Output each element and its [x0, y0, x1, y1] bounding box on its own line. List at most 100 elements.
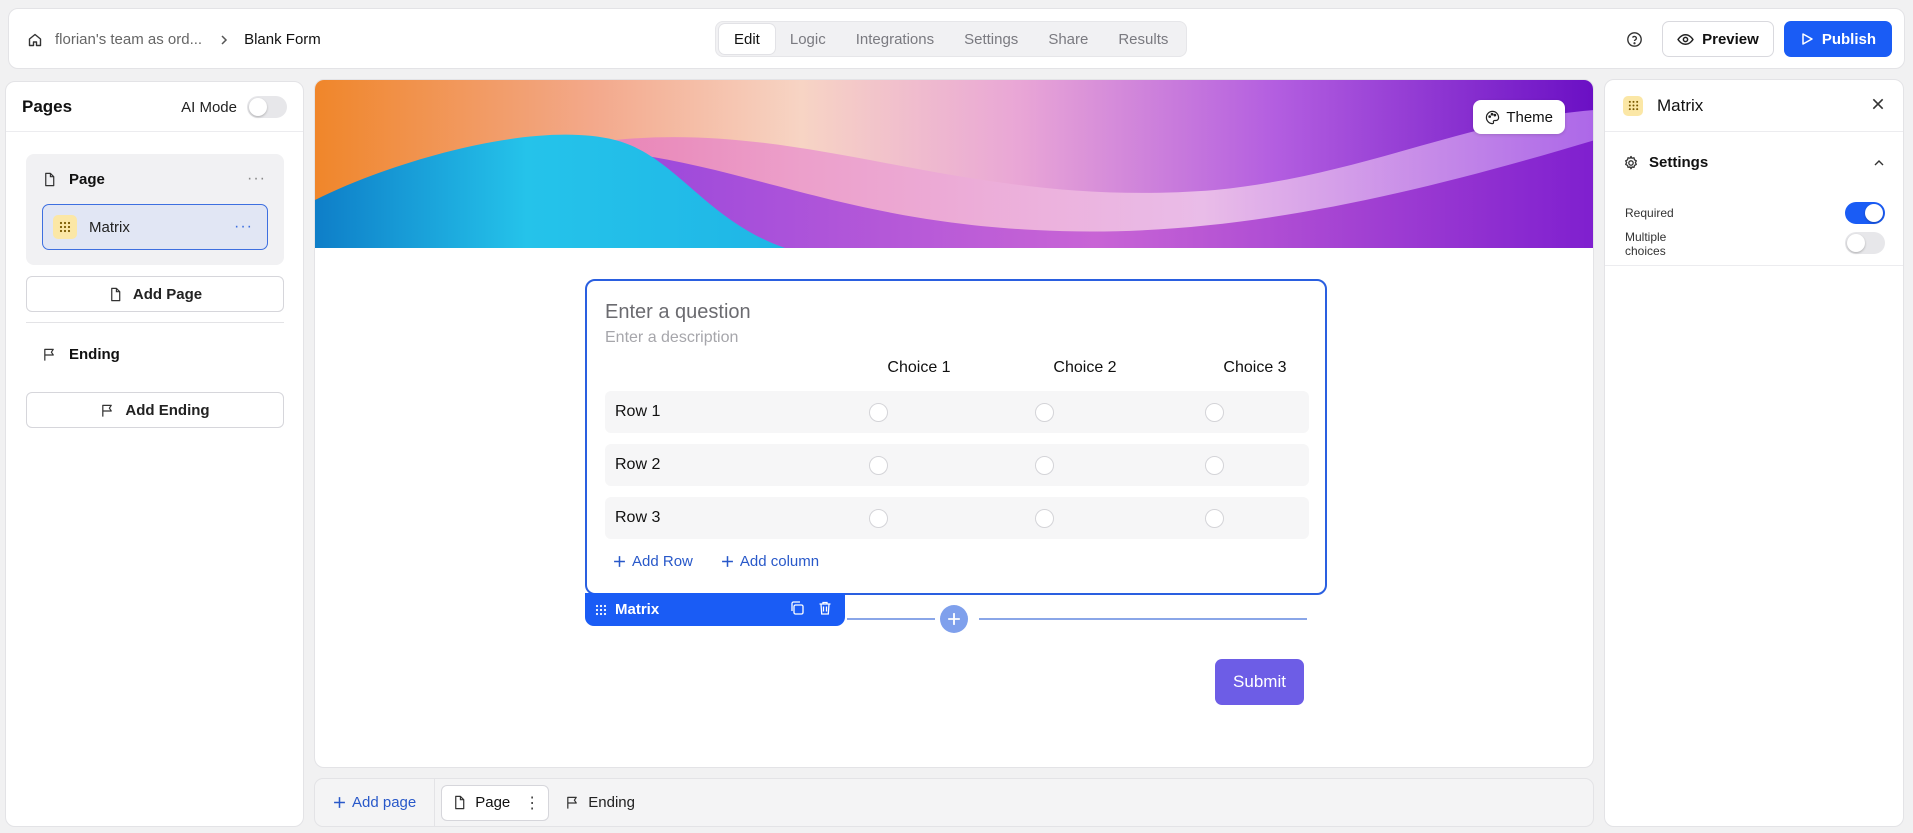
- question-title-input[interactable]: Enter a question: [605, 301, 751, 324]
- radio-button[interactable]: [1205, 509, 1224, 528]
- divider: [26, 322, 284, 323]
- tab-logic[interactable]: Logic: [775, 24, 841, 54]
- publish-button[interactable]: Publish: [1783, 21, 1892, 57]
- sidebar-item-matrix[interactable]: Matrix ···: [42, 204, 268, 250]
- add-ending-button[interactable]: Add Ending: [26, 392, 284, 428]
- breadcrumb-form-name[interactable]: Blank Form: [244, 31, 321, 48]
- matrix-actions: Add Row Add column: [613, 553, 819, 570]
- add-page-label: Add Page: [132, 285, 203, 303]
- required-toggle[interactable]: [1845, 202, 1885, 224]
- row-label[interactable]: Row 1: [615, 403, 660, 421]
- trash-icon[interactable]: [817, 600, 833, 616]
- block-actions: [789, 600, 833, 616]
- radio-button[interactable]: [1035, 403, 1054, 422]
- palette-icon: [1485, 110, 1500, 125]
- block-type-label: Matrix: [615, 601, 660, 618]
- multiple-choices-setting: Multiple choices: [1625, 228, 1885, 258]
- radio-button[interactable]: [869, 509, 888, 528]
- required-setting: Required: [1625, 202, 1885, 224]
- help-icon[interactable]: [1616, 21, 1652, 57]
- column-header[interactable]: Choice 3: [1195, 359, 1315, 377]
- ai-mode: AI Mode: [181, 96, 287, 118]
- add-block-button[interactable]: [940, 605, 968, 633]
- bottom-add-page-label: Add page: [352, 794, 417, 811]
- plus-icon: [721, 555, 734, 568]
- copy-icon[interactable]: [789, 600, 805, 616]
- radio-button[interactable]: [1035, 456, 1054, 475]
- column-header[interactable]: Choice 2: [1025, 359, 1145, 377]
- page-navigator: Add page Page ⋮ Ending: [314, 778, 1594, 827]
- plus-icon: [947, 612, 961, 626]
- required-label: Required: [1625, 206, 1674, 220]
- preview-label: Preview: [1702, 30, 1759, 48]
- sidebar-item-ending[interactable]: Ending: [42, 346, 120, 363]
- bottom-page-label: Page: [475, 794, 511, 811]
- more-icon[interactable]: ···: [234, 218, 253, 236]
- matrix-question-card[interactable]: Enter a question Enter a description Cho…: [585, 279, 1327, 595]
- breadcrumb-team[interactable]: florian's team as ord...: [55, 31, 202, 48]
- tab-results[interactable]: Results: [1103, 24, 1183, 54]
- settings-header[interactable]: Settings: [1623, 154, 1708, 171]
- row-label[interactable]: Row 2: [615, 456, 660, 474]
- settings-label: Settings: [1649, 154, 1709, 171]
- gear-icon: [1623, 155, 1639, 171]
- flag-icon: [100, 403, 115, 418]
- file-icon: [108, 287, 123, 302]
- matrix-row: Row 2: [605, 444, 1309, 486]
- top-actions: Preview Publish: [1616, 21, 1892, 57]
- row-label[interactable]: Row 3: [615, 509, 660, 527]
- add-ending-label: Add Ending: [125, 401, 210, 419]
- more-icon[interactable]: ···: [247, 170, 266, 188]
- radio-button[interactable]: [1035, 509, 1054, 528]
- preview-button[interactable]: Preview: [1662, 21, 1774, 57]
- divider: [979, 618, 1307, 620]
- bottom-ending-tab[interactable]: Ending: [565, 794, 635, 811]
- editor-tabs: Edit Logic Integrations Settings Share R…: [715, 21, 1188, 57]
- ai-mode-toggle[interactable]: [247, 96, 287, 118]
- plus-icon: [613, 555, 626, 568]
- radio-button[interactable]: [869, 403, 888, 422]
- grid-icon: [53, 215, 77, 239]
- sidebar-item-page[interactable]: Page ···: [26, 154, 284, 204]
- radio-button[interactable]: [1205, 403, 1224, 422]
- matrix-row: Row 1: [605, 391, 1309, 433]
- pages-sidebar-header: Pages AI Mode: [6, 82, 303, 132]
- add-column-button[interactable]: Add column: [721, 553, 819, 570]
- tab-share[interactable]: Share: [1033, 24, 1103, 54]
- properties-panel: Matrix Settings Required Multiple choice…: [1604, 79, 1904, 827]
- column-header[interactable]: Choice 1: [859, 359, 979, 377]
- multiple-choices-toggle[interactable]: [1845, 232, 1885, 254]
- chevron-up-icon[interactable]: [1873, 157, 1885, 169]
- bottom-page-tab[interactable]: Page ⋮: [441, 784, 550, 821]
- more-vertical-icon[interactable]: ⋮: [524, 793, 540, 813]
- pages-sidebar: Pages AI Mode Page ··· Matrix ··· Add Pa…: [5, 81, 304, 827]
- matrix-row: Row 3: [605, 497, 1309, 539]
- home-icon[interactable]: [27, 32, 43, 48]
- radio-button[interactable]: [1205, 456, 1224, 475]
- file-icon: [42, 172, 57, 187]
- sidebar-item-page-label: Page: [69, 170, 105, 188]
- block-type-tag[interactable]: Matrix: [585, 593, 845, 626]
- breadcrumb: florian's team as ord... Blank Form: [27, 9, 321, 70]
- submit-button[interactable]: Submit: [1215, 659, 1304, 705]
- settings-section: Settings Required Multiple choices: [1605, 132, 1903, 266]
- properties-header: Matrix: [1605, 80, 1903, 132]
- close-icon[interactable]: [1871, 97, 1885, 111]
- tab-settings[interactable]: Settings: [949, 24, 1033, 54]
- tab-integrations[interactable]: Integrations: [841, 24, 949, 54]
- theme-label: Theme: [1506, 108, 1553, 126]
- top-bar: florian's team as ord... Blank Form Edit…: [8, 8, 1905, 69]
- question-description-input[interactable]: Enter a description: [605, 329, 738, 347]
- properties-title: Matrix: [1657, 95, 1704, 115]
- radio-button[interactable]: [869, 456, 888, 475]
- theme-button[interactable]: Theme: [1473, 100, 1565, 134]
- divider: [847, 618, 935, 620]
- sidebar-item-ending-label: Ending: [69, 346, 120, 363]
- tab-edit[interactable]: Edit: [719, 24, 775, 54]
- bottom-add-page-button[interactable]: Add page: [315, 779, 436, 826]
- add-row-button[interactable]: Add Row: [613, 553, 693, 570]
- add-page-button[interactable]: Add Page: [26, 276, 284, 312]
- cover-image: [315, 80, 1593, 248]
- chevron-right-icon: [218, 34, 230, 46]
- add-row-label: Add Row: [632, 553, 693, 570]
